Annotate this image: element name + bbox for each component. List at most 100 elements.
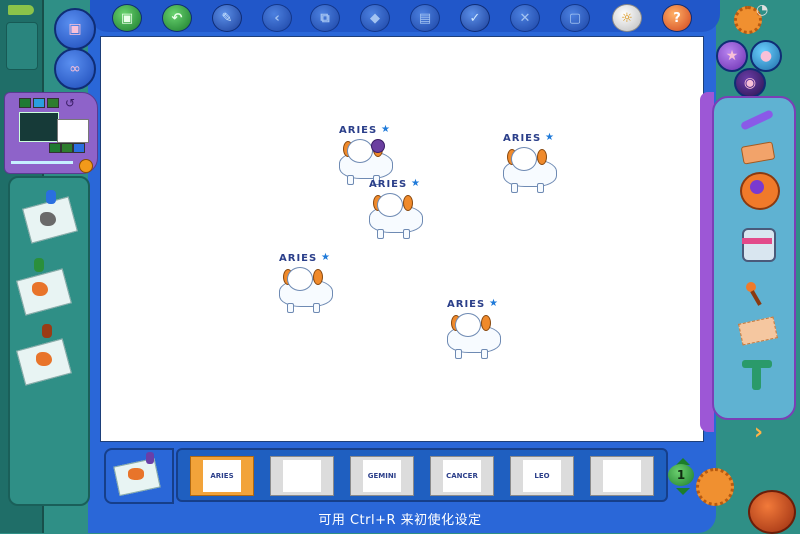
back-icon[interactable]: ‹ bbox=[262, 4, 292, 32]
brush-slider[interactable] bbox=[11, 161, 73, 164]
leg bbox=[313, 303, 320, 313]
bucket-mode-icon[interactable]: ◉ bbox=[734, 68, 766, 98]
paintbrush-tool-icon[interactable] bbox=[736, 104, 776, 134]
swap-colors-icon[interactable]: ↺ bbox=[65, 96, 75, 110]
next-arrow-icon[interactable]: › bbox=[754, 420, 763, 445]
horn bbox=[481, 315, 491, 331]
close-icon[interactable]: ✕ bbox=[510, 4, 540, 32]
save-icon[interactable]: ▣ bbox=[112, 4, 142, 32]
check-icon[interactable]: ✓ bbox=[460, 4, 490, 32]
background-color[interactable] bbox=[57, 119, 89, 143]
green-swatch-3[interactable] bbox=[61, 143, 73, 153]
globe-icon[interactable]: ● bbox=[750, 40, 782, 72]
right-top-buttons: ★ ● ◉ bbox=[714, 36, 794, 98]
shapes-icon[interactable]: ◆ bbox=[360, 4, 390, 32]
undo-icon[interactable]: ↶ bbox=[162, 4, 192, 32]
copy-icon[interactable]: ⧉ bbox=[310, 4, 340, 32]
leg bbox=[377, 229, 384, 239]
link-icon[interactable]: ◔ bbox=[756, 2, 786, 26]
text-tool-icon[interactable] bbox=[736, 358, 776, 394]
horn bbox=[403, 195, 413, 211]
foreground-color[interactable] bbox=[19, 112, 59, 142]
star-icon: ★ bbox=[321, 252, 330, 263]
thumb-label: CANCER bbox=[446, 472, 478, 480]
paint-tools-panel bbox=[712, 96, 796, 420]
stamp-thumb-taurus[interactable] bbox=[270, 456, 334, 496]
stamp-preview-handle bbox=[146, 452, 154, 464]
stamp-thumb-gemini[interactable]: GEMINI bbox=[350, 456, 414, 496]
star-icon: ★ bbox=[489, 298, 498, 309]
status-hint: 可用 Ctrl+R 来初使化设定 bbox=[318, 513, 482, 528]
eraser-tool-icon[interactable] bbox=[736, 138, 776, 168]
stamp-thumb-cancer[interactable]: CANCER bbox=[430, 456, 494, 496]
star-icon: ★ bbox=[381, 124, 390, 135]
sheep-head bbox=[287, 267, 313, 291]
stamp-label: ARIES bbox=[447, 299, 486, 310]
stamp-thumb-aries[interactable]: ARIES bbox=[190, 456, 254, 496]
horn bbox=[313, 269, 323, 285]
leg bbox=[511, 183, 518, 193]
sheep-head bbox=[377, 193, 403, 217]
page-number: 1 bbox=[668, 464, 694, 486]
link-mode-icon[interactable]: ∞ bbox=[54, 48, 96, 90]
stamp-thumb-leo[interactable]: LEO bbox=[510, 456, 574, 496]
stamp-thumb-virgo[interactable] bbox=[590, 456, 654, 496]
blue-swatch[interactable] bbox=[33, 98, 45, 108]
stamp-label: ARIES bbox=[339, 125, 378, 136]
leg bbox=[287, 303, 294, 313]
green-stamp-handle bbox=[34, 258, 44, 272]
stamp-mode-icon[interactable]: ▣ bbox=[54, 8, 96, 50]
stamp-label: ARIES bbox=[503, 133, 542, 144]
paint-icon[interactable]: ✎ bbox=[212, 4, 242, 32]
stamp-label: ARIES bbox=[279, 253, 318, 264]
sheep-head bbox=[511, 147, 537, 171]
star-icon: ★ bbox=[411, 178, 420, 189]
color-panel: ↺ bbox=[4, 92, 98, 174]
aries-stamp[interactable]: ARIES ★ bbox=[273, 252, 339, 317]
leg bbox=[455, 349, 462, 359]
thumb-label: LEO bbox=[534, 472, 550, 480]
gear-icon[interactable] bbox=[696, 468, 734, 506]
star-icon: ★ bbox=[545, 132, 554, 143]
blue-stamp-handle bbox=[46, 190, 56, 204]
left-tool-slot[interactable] bbox=[6, 22, 38, 70]
flower-stamp-mark bbox=[36, 352, 52, 366]
sheep-head bbox=[347, 139, 373, 163]
dropper-tool-icon[interactable] bbox=[736, 278, 776, 308]
stamp-label: ARIES bbox=[369, 179, 408, 190]
print-icon[interactable]: ▤ bbox=[410, 4, 440, 32]
paint-bucket-icon[interactable] bbox=[736, 224, 776, 262]
red-stamp-handle bbox=[42, 324, 52, 338]
stamp-pattern-icon[interactable] bbox=[736, 316, 778, 346]
sheep-head bbox=[455, 313, 481, 337]
drawing-canvas[interactable]: ARIES ★ ARIES ★ ARIES ★ ARIES ★ ARIES ★ bbox=[100, 36, 704, 442]
pencil-icon[interactable] bbox=[8, 5, 34, 15]
thumb-label: ARIES bbox=[210, 472, 234, 480]
orange-stamp-mark bbox=[32, 282, 48, 296]
blue-swatch-2[interactable] bbox=[73, 143, 85, 153]
bulb-icon[interactable]: ☼ bbox=[612, 4, 642, 32]
stamp-tools-panel bbox=[8, 176, 90, 506]
dark-green-swatch[interactable] bbox=[47, 98, 59, 108]
leg bbox=[537, 183, 544, 193]
aries-stamp[interactable]: ARIES ★ bbox=[497, 132, 563, 197]
leg bbox=[481, 349, 488, 359]
stamp-selector: ARIES GEMINI CANCER LEO bbox=[176, 448, 668, 502]
leg bbox=[403, 229, 410, 239]
stamp-preview-mark bbox=[128, 468, 144, 480]
thumb-label: GEMINI bbox=[367, 472, 397, 480]
color-picker-dot[interactable] bbox=[79, 159, 93, 173]
gray-stamp-mark bbox=[40, 212, 56, 226]
screen-icon[interactable]: ▢ bbox=[560, 4, 590, 32]
page-down-icon[interactable] bbox=[676, 488, 690, 495]
help-icon[interactable]: ? bbox=[662, 4, 692, 32]
current-stamp-preview[interactable] bbox=[104, 448, 174, 504]
aries-stamp[interactable]: ARIES ★ bbox=[441, 298, 507, 363]
aries-stamp[interactable]: ARIES ★ bbox=[363, 178, 429, 243]
horn bbox=[537, 149, 547, 165]
purple-star-icon[interactable]: ★ bbox=[716, 40, 748, 72]
green-swatch[interactable] bbox=[19, 98, 31, 108]
paint-brush-icon bbox=[371, 139, 385, 153]
palette-tool-icon[interactable] bbox=[736, 168, 780, 212]
green-swatch-2[interactable] bbox=[49, 143, 61, 153]
